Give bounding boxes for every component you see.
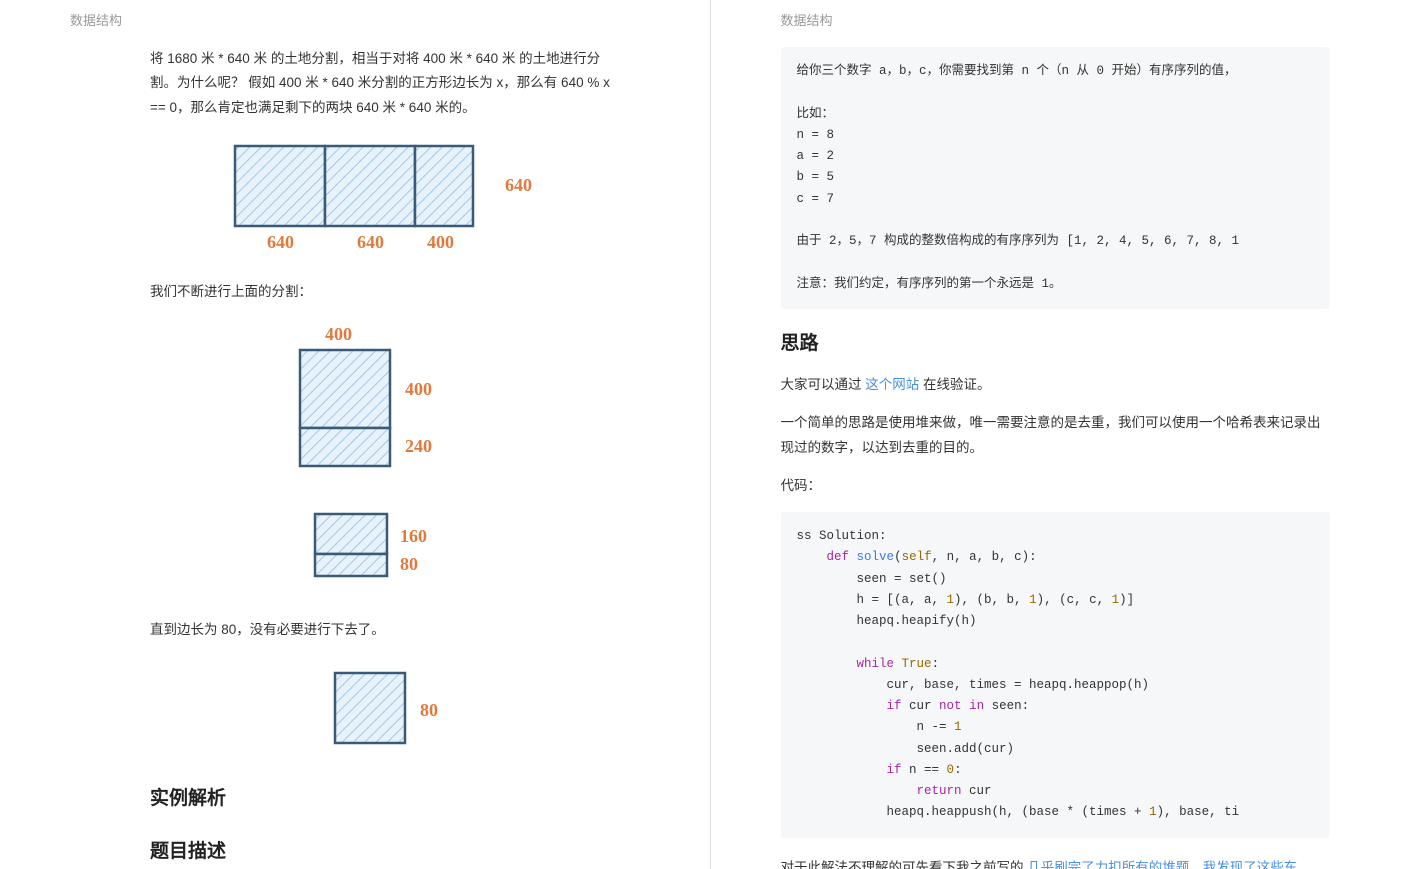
heading-problem: 题目描述	[150, 835, 620, 869]
para-heap: 一个简单的思路是使用堆来做，唯一需要注意的是去重，我们可以使用一个哈希表来记录出…	[781, 411, 1331, 460]
breadcrumb-left: 数据结构	[0, 0, 710, 37]
label-640-a: 640	[267, 232, 294, 252]
heading-idea: 思路	[781, 327, 1331, 361]
para-verify: 大家可以通过 这个网站 在线验证。	[781, 373, 1331, 397]
para-code-label: 代码：	[781, 474, 1331, 498]
breadcrumb-right: 数据结构	[711, 0, 1420, 37]
right-content: 给你三个数字 a，b，c，你需要找到第 n 个（n 从 0 开始）有序序列的值，…	[711, 37, 1420, 869]
code-solution: ss Solution: def solve(self, n, a, b, c)…	[781, 512, 1331, 838]
left-content: 将 1680 米 * 640 米 的土地分割，相当于对将 400 米 * 640…	[0, 37, 710, 869]
para-repeat: 我们不断进行上面的分割：	[150, 280, 620, 304]
para-ref: 对于此解法不理解的可先看下我之前写的 几乎刷完了力扣所有的堆题，我发现了这些东西…	[781, 856, 1331, 869]
diagram-2: 400 400 240	[150, 320, 620, 480]
label-400-top: 400	[325, 324, 352, 344]
label-240: 240	[405, 436, 432, 456]
right-pane: 数据结构 给你三个数字 a，b，c，你需要找到第 n 个（n 从 0 开始）有序…	[711, 0, 1420, 869]
label-400-r: 400	[405, 379, 432, 399]
label-160: 160	[400, 526, 427, 546]
label-400: 400	[427, 232, 454, 252]
left-pane: 数据结构 将 1680 米 * 640 米 的土地分割，相当于对将 400 米 …	[0, 0, 711, 869]
problem-box: 给你三个数字 a，b，c，你需要找到第 n 个（n 从 0 开始）有序序列的值，…	[781, 47, 1331, 309]
diagram-4: 80	[150, 658, 620, 758]
label-640-b: 640	[357, 232, 384, 252]
label-80: 80	[400, 554, 418, 574]
heading-example: 实例解析	[150, 782, 620, 816]
label-640-side: 640	[505, 175, 532, 195]
para-intro: 将 1680 米 * 640 米 的土地分割，相当于对将 400 米 * 640…	[150, 47, 620, 120]
diagram-3: 160 80	[150, 504, 620, 594]
link-website[interactable]: 这个网站	[865, 377, 919, 392]
diagram-1: 640 640 400 640	[150, 136, 620, 256]
label-80-single: 80	[420, 700, 438, 720]
para-until: 直到边长为 80，没有必要进行下去了。	[150, 618, 620, 642]
